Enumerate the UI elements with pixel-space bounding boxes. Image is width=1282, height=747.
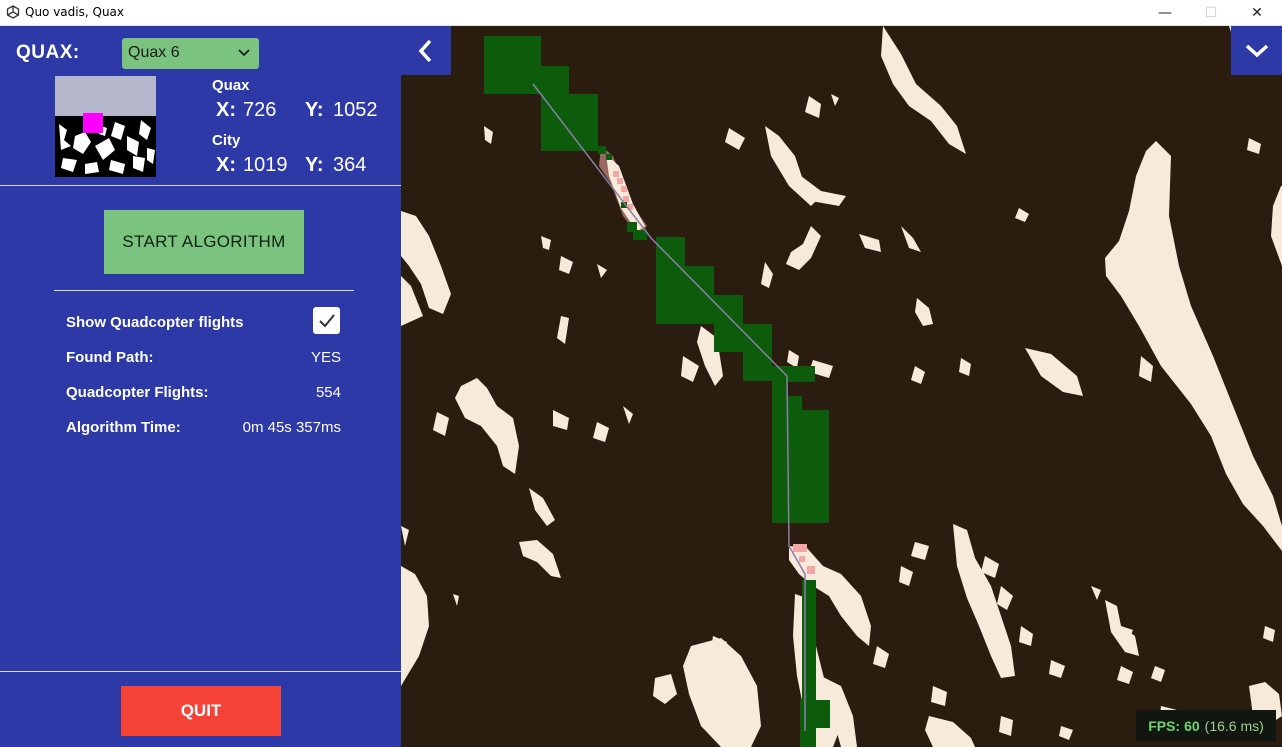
quax-x-label: X:: [216, 99, 236, 121]
chevron-down-icon: [238, 49, 250, 57]
unity-logo-icon: [6, 5, 20, 19]
algorithm-time-value: 0m 45s 357ms: [242, 419, 341, 436]
checkmark-icon: [318, 313, 335, 327]
quax-select-value: Quax 6: [128, 44, 180, 61]
window-title: Quo vadis, Quax: [25, 5, 124, 19]
preview-terrain: [59, 120, 155, 174]
city-x-label: X:: [216, 154, 236, 176]
settings-divider: [54, 290, 354, 291]
chevron-down-icon: [1245, 44, 1268, 57]
control-panel: QUAX: Quax 6 Quax X: 726 Y: 1052 City X:…: [0, 26, 401, 747]
fps-counter: FPS: 60 (16.6 ms): [1136, 710, 1276, 741]
close-button[interactable]: ✕: [1234, 0, 1280, 26]
quax-y-label: Y:: [305, 99, 324, 121]
minimize-button[interactable]: —: [1142, 0, 1188, 26]
fps-label: FPS:: [1148, 717, 1181, 734]
city-x-value: 1019: [243, 154, 288, 176]
start-algorithm-button[interactable]: START ALGORITHM: [104, 210, 304, 274]
show-flights-label: Show Quadcopter flights: [66, 314, 244, 331]
path-line: [532, 83, 806, 731]
algorithm-time-label: Algorithm Time:: [66, 419, 181, 436]
flights-label: Quadcopter Flights:: [66, 384, 209, 401]
land-masses: [401, 26, 1282, 747]
collapse-panel-button[interactable]: [401, 26, 451, 75]
quax-preview-minimap: [55, 76, 156, 177]
flights-value: 554: [315, 384, 341, 401]
quax-y-value: 1052: [333, 99, 378, 121]
quax-label: QUAX:: [16, 42, 80, 63]
quit-button[interactable]: QUIT: [121, 686, 281, 736]
terrain-map[interactable]: [401, 26, 1282, 747]
maximize-button[interactable]: ☐: [1188, 0, 1234, 26]
expand-menu-button[interactable]: [1231, 26, 1282, 75]
title-bar: Quo vadis, Quax — ☐ ✕: [0, 0, 1282, 26]
show-flights-checkbox[interactable]: [313, 307, 340, 334]
found-path-value: YES: [310, 349, 341, 366]
found-path-label: Found Path:: [66, 349, 154, 366]
fps-value: 60: [1184, 717, 1200, 734]
city-y-label: Y:: [305, 154, 324, 176]
terrain-layer: [401, 26, 1282, 747]
city-coords-title: City: [212, 132, 241, 149]
footer-divider: [0, 671, 401, 672]
quax-x-value: 726: [243, 99, 277, 121]
quax-coords-title: Quax: [212, 77, 250, 94]
header-divider: [0, 185, 401, 186]
quax-select[interactable]: Quax 6: [122, 38, 259, 69]
quax-position-marker: [83, 113, 103, 133]
fps-ms: (16.6 ms): [1204, 717, 1264, 734]
city-y-value: 364: [333, 154, 367, 176]
chevron-left-icon: [418, 39, 432, 62]
